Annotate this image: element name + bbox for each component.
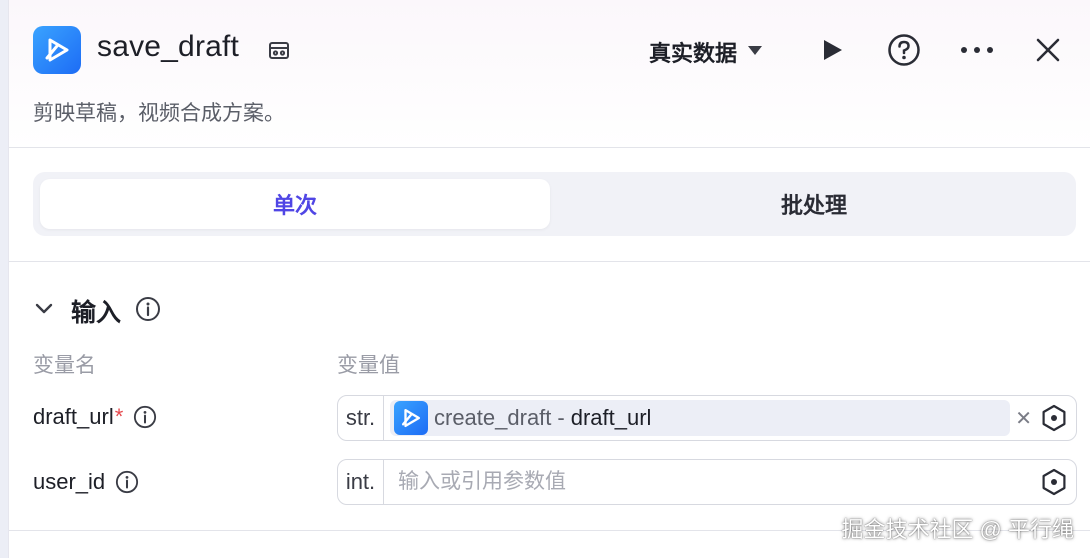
tab-single[interactable]: 单次 [40, 179, 550, 229]
caret-down-icon [747, 43, 763, 61]
play-icon [824, 40, 842, 60]
var-name-draft-url: draft_url * [33, 404, 157, 430]
app-logo-icon [394, 401, 428, 435]
var-name-label: user_id [33, 469, 106, 494]
run-button[interactable] [815, 32, 851, 68]
store-icon[interactable] [267, 38, 291, 62]
inputs-section: 输入 变量名 变量值 draft_url * str. create_draft… [9, 263, 1090, 531]
var-name-user-id: user_id [33, 469, 139, 495]
tab-batch[interactable]: 批处理 [559, 179, 1069, 229]
help-icon [888, 34, 920, 66]
info-icon[interactable] [115, 470, 139, 494]
info-icon[interactable] [135, 296, 161, 327]
type-tag: str. [338, 396, 384, 440]
draft-url-field[interactable]: str. create_draft - draft_url ✕ [337, 395, 1077, 441]
chevron-down-icon[interactable] [35, 302, 53, 320]
variable-ref-icon[interactable] [1040, 468, 1068, 496]
user-id-input[interactable] [398, 470, 1018, 494]
node-description: 剪映草稿，视频合成方案。 [33, 102, 285, 125]
reference-chip[interactable]: create_draft - draft_url [390, 400, 1010, 436]
variable-ref-icon[interactable] [1040, 404, 1068, 432]
user-id-field[interactable]: int. [337, 459, 1077, 505]
data-mode-label: 真实数据 [649, 41, 738, 66]
panel-header: save_draft 真实数据 剪映草稿，视频合成方案。 [9, 0, 1090, 148]
inputs-section-title: 输入 [71, 299, 122, 327]
ref-separator: - [557, 405, 565, 430]
info-icon[interactable] [133, 405, 157, 429]
column-header-name: 变量名 [33, 354, 96, 377]
watermark: 掘金技术社区 @ 平行绳 [841, 517, 1074, 542]
node-title: save_draft [97, 30, 240, 63]
close-button[interactable] [1030, 32, 1066, 68]
more-button[interactable] [959, 32, 995, 68]
node-panel: save_draft 真实数据 剪映草稿，视频合成方案。 单次 批处理 输入 变… [8, 0, 1090, 558]
mode-tabs-area: 单次 批处理 [9, 148, 1090, 262]
help-button[interactable] [886, 32, 922, 68]
close-icon [1036, 38, 1060, 62]
ref-source: create_draft [434, 405, 552, 430]
mode-tabs: 单次 批处理 [33, 172, 1076, 236]
ref-key: draft_url [570, 405, 652, 430]
clear-icon[interactable]: ✕ [1015, 406, 1032, 431]
more-icon [961, 47, 993, 53]
type-tag: int. [338, 460, 384, 504]
inputs-section-header[interactable]: 输入 [35, 293, 161, 329]
var-name-label: draft_url [33, 404, 114, 429]
app-logo-icon [33, 26, 81, 74]
data-mode-select[interactable]: 真实数据 [649, 36, 763, 68]
column-header-value: 变量值 [337, 354, 400, 377]
required-mark: * [114, 404, 124, 429]
